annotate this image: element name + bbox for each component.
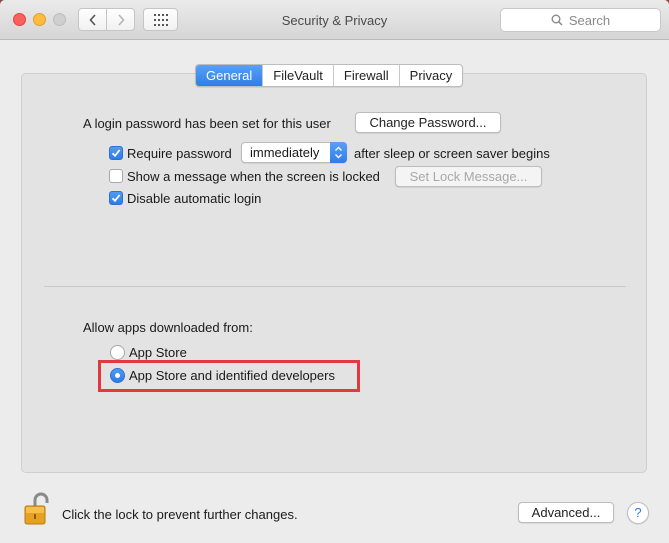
tab-firewall[interactable]: Firewall xyxy=(334,65,400,86)
advanced-button[interactable]: Advanced... xyxy=(518,502,614,523)
search-field[interactable]: Search xyxy=(500,8,661,32)
select-arrows-icon xyxy=(330,142,347,163)
help-button[interactable]: ? xyxy=(627,502,649,524)
show-message-checkbox[interactable] xyxy=(109,169,123,183)
radio-app-store-label: App Store xyxy=(129,345,187,360)
require-password-delay-value: immediately xyxy=(250,145,320,160)
allow-apps-heading: Allow apps downloaded from: xyxy=(83,320,253,335)
require-password-label: Require password xyxy=(127,146,232,161)
after-sleep-text: after sleep or screen saver begins xyxy=(354,146,550,161)
title-bar: Security & Privacy Search xyxy=(0,0,669,40)
set-lock-message-button: Set Lock Message... xyxy=(395,166,542,187)
general-panel xyxy=(21,73,647,473)
login-password-text: A login password has been set for this u… xyxy=(83,116,331,131)
require-password-delay-select[interactable]: immediately xyxy=(241,142,347,163)
tab-filevault[interactable]: FileVault xyxy=(263,65,334,86)
padlock-open-icon[interactable] xyxy=(22,492,52,526)
section-divider xyxy=(44,286,626,287)
show-message-label: Show a message when the screen is locked xyxy=(127,169,380,184)
disable-auto-login-label: Disable automatic login xyxy=(127,191,262,206)
system-preferences-window: Security & Privacy Search General FileVa… xyxy=(0,0,669,543)
radio-app-store[interactable] xyxy=(110,345,125,360)
search-icon xyxy=(551,14,563,26)
checkmark-icon xyxy=(111,194,121,203)
tab-privacy[interactable]: Privacy xyxy=(400,65,463,86)
lock-text: Click the lock to prevent further change… xyxy=(62,507,298,522)
tab-general[interactable]: General xyxy=(196,65,264,86)
require-password-checkbox[interactable] xyxy=(109,146,123,160)
search-placeholder: Search xyxy=(568,12,611,28)
highlight-box xyxy=(98,360,360,392)
checkmark-icon xyxy=(111,149,121,158)
disable-auto-login-checkbox[interactable] xyxy=(109,191,123,205)
tab-bar: General FileVault Firewall Privacy xyxy=(195,64,464,87)
change-password-button[interactable]: Change Password... xyxy=(355,112,501,133)
